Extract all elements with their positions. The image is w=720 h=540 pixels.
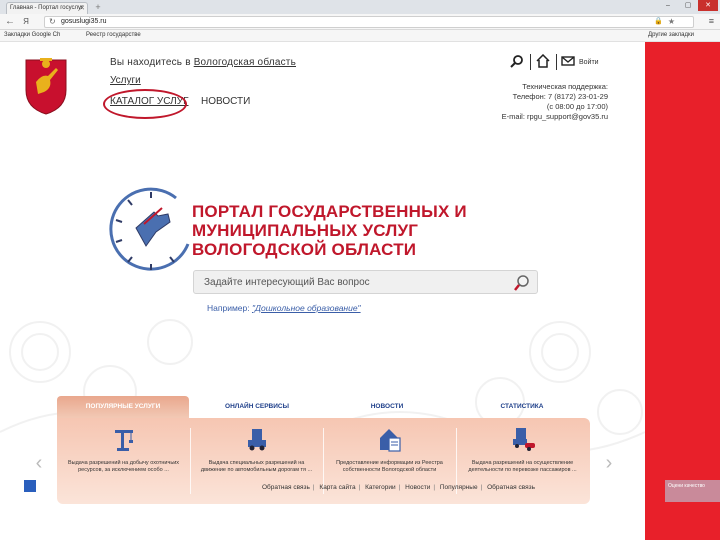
service-card[interactable]: Выдача разрешений на осуществление деяте… [456, 418, 589, 504]
region-link[interactable]: Вологодская область [194, 57, 296, 68]
footer-link[interactable]: Карта сайта [319, 484, 355, 491]
tab-popular-services[interactable]: ПОПУЛЯРНЫЕ УСЛУГИ [57, 396, 189, 418]
maximize-icon[interactable]: ▢ [678, 0, 698, 11]
example-link[interactable]: "Дошкольное образование" [252, 303, 361, 313]
back-icon[interactable]: ← [4, 16, 16, 28]
region-prefix: Вы находитесь в [110, 57, 191, 68]
search-button-icon[interactable] [513, 274, 531, 292]
yandex-icon[interactable]: Я [20, 16, 32, 28]
crane-icon [115, 430, 133, 451]
new-tab-icon[interactable]: + [92, 3, 104, 13]
web-page: Вы находитесь в Вологодская область Услу… [0, 42, 645, 540]
start-badge-icon [24, 480, 36, 492]
tab-statistics[interactable]: СТАТИСТИКА [457, 396, 587, 418]
search-box [193, 270, 538, 294]
news-link[interactable]: НОВОСТИ [201, 96, 250, 107]
truck-car-icon [513, 428, 535, 451]
address-bar[interactable]: ↻ gosuslugi35.ru 🔒 ★ [44, 16, 694, 28]
support-hours: (с 08:00 до 17:00) [546, 102, 608, 111]
browser-tab[interactable]: Главная - Портал госуслуг ✕ [6, 2, 88, 14]
browser-tabbar: Главная - Портал госуслуг ✕ + – ▢ ✕ [0, 0, 720, 14]
service-card[interactable]: Выдача специальных разрешений на движени… [190, 418, 323, 504]
tab-title: Главная - Портал госуслуг [10, 5, 84, 11]
lock-icon: 🔒 [654, 18, 663, 25]
footer-link[interactable]: Новости [405, 484, 430, 491]
popular-services-panel: Выдача разрешений на добычу охотничьих р… [57, 418, 590, 504]
header-divider [530, 54, 531, 70]
home-icon[interactable] [536, 54, 550, 68]
service-tabs: ПОПУЛЯРНЫЕ УСЛУГИ ОНЛАЙН СЕРВИСЫ НОВОСТИ… [55, 396, 590, 418]
support-phone: Телефон: 7 (8172) 23-01-29 [512, 92, 608, 101]
portal-title-line: ВОЛОГОДСКОЙ ОБЛАСТИ [192, 240, 417, 259]
service-card-text: Выдача разрешений на добычу охотничьих р… [67, 460, 180, 473]
carousel-prev-icon[interactable]: ‹ [32, 450, 46, 476]
search-input[interactable] [196, 273, 506, 291]
window-close-icon[interactable]: ✕ [698, 0, 718, 11]
house-document-icon [380, 429, 401, 452]
portal-title-line: МУНИЦИПАЛЬНЫХ УСЛУГ [192, 221, 419, 240]
address-text: gosuslugi35.ru [61, 18, 107, 25]
browser-toolbar: ← Я ↻ gosuslugi35.ru 🔒 ★ ≡ [0, 14, 720, 30]
footer-links: Обратная связь | Карта сайта | Категории | … [262, 484, 535, 491]
coat-of-arms-icon [25, 58, 67, 115]
footer-link[interactable]: Обратная связь [262, 484, 310, 491]
region-line: Вы находитесь в Вологодская область [110, 57, 296, 68]
truck-icon [248, 429, 266, 451]
window-controls: – ▢ ✕ [658, 0, 718, 12]
side-feedback-tab[interactable]: Оцени качество [665, 480, 720, 502]
footer-link[interactable]: Популярные [440, 484, 478, 491]
side-red-strip [645, 42, 720, 540]
minimize-icon[interactable]: – [658, 0, 678, 11]
service-card-text: Выдача специальных разрешений на движени… [200, 460, 313, 473]
service-card[interactable]: Выдача разрешений на добычу охотничьих р… [57, 418, 190, 504]
portal-title: ПОРТАЛ ГОСУДАРСТВЕННЫХ И МУНИЦИПАЛЬНЫХ У… [192, 202, 467, 259]
carousel-next-icon[interactable]: › [602, 450, 616, 476]
support-heading: Техническая поддержка: [522, 82, 608, 91]
service-card-text: Предоставление информации из Реестра соб… [336, 460, 443, 473]
support-email[interactable]: E-mail: rpgu_support@gov35.ru [486, 112, 608, 122]
login-link[interactable]: Войти [579, 59, 599, 66]
other-bookmarks[interactable]: Другие закладки [648, 30, 694, 41]
portal-clock-logo-icon [109, 187, 190, 271]
services-link[interactable]: Услуги [110, 75, 141, 86]
bookmarks-bar: Закладки Google Ch Реестр государстве Др… [0, 30, 720, 42]
search-example: Например: "Дошкольное образование" [207, 303, 361, 313]
mail-icon[interactable] [561, 54, 575, 68]
service-card[interactable]: Предоставление информации из Реестра соб… [323, 418, 456, 504]
search-icon[interactable] [510, 54, 524, 68]
bookmark-google[interactable]: Закладки Google Ch [4, 30, 60, 41]
menu-icon[interactable]: ≡ [709, 16, 714, 26]
tab-news[interactable]: НОВОСТИ [325, 396, 449, 418]
tab-online-services[interactable]: ОНЛАЙН СЕРВИСЫ [195, 396, 319, 418]
close-tab-icon[interactable]: ✕ [79, 3, 85, 14]
header-divider [556, 54, 557, 70]
reload-icon[interactable]: ↻ [49, 17, 56, 27]
support-info: Техническая поддержка: Телефон: 7 (8172)… [486, 82, 608, 122]
catalog-highlight-circle [103, 89, 187, 119]
bookmark-registry[interactable]: Реестр государстве [86, 30, 141, 41]
footer-link[interactable]: Категории [365, 484, 396, 491]
portal-title-line: ПОРТАЛ ГОСУДАРСТВЕННЫХ И [192, 202, 467, 221]
example-label: Например: [207, 303, 250, 313]
star-icon[interactable]: ★ [668, 17, 675, 27]
service-card-text: Выдача разрешений на осуществление деяте… [468, 460, 577, 473]
footer-link[interactable]: Обратная связь [487, 484, 535, 491]
